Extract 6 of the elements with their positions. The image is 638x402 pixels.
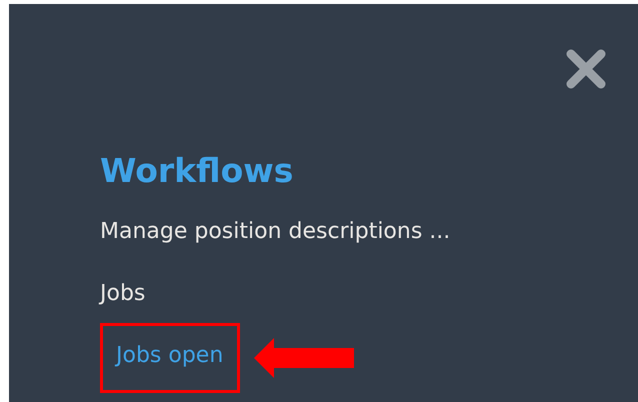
menu-link[interactable]: Manage position descriptions ... — [100, 217, 450, 247]
menu-link[interactable]: Jobs open — [116, 341, 224, 371]
menu-title: Workflows — [100, 151, 294, 191]
arrow-icon — [254, 338, 354, 378]
menu-link[interactable]: Jobs — [100, 279, 146, 309]
close-icon[interactable] — [565, 48, 607, 90]
